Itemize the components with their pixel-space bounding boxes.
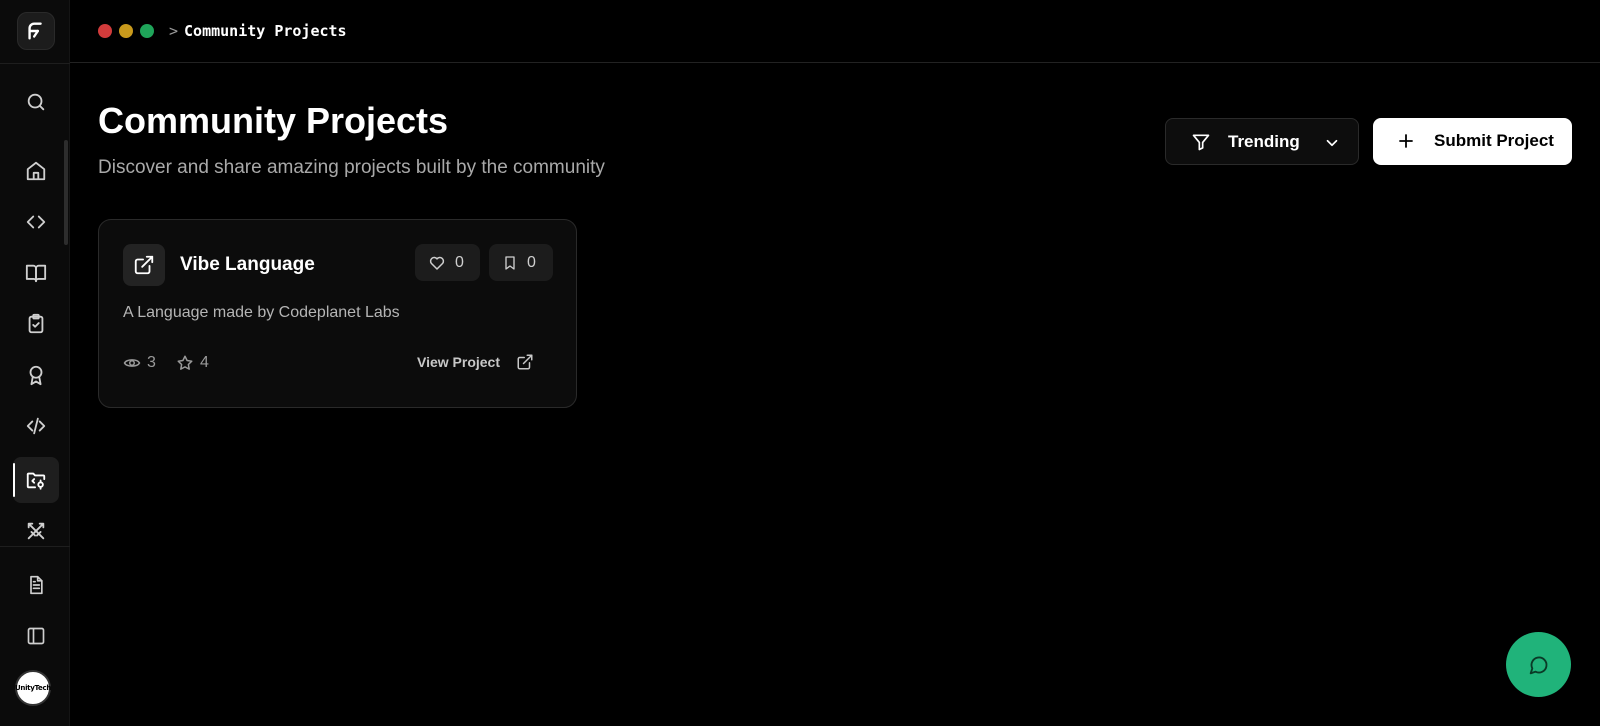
book-icon — [25, 264, 47, 283]
sidebar-item-community-projects[interactable] — [13, 457, 59, 503]
search-icon[interactable] — [13, 79, 59, 125]
sidebar-divider — [0, 63, 70, 64]
panel-left-icon — [27, 627, 45, 645]
sidebar-scrollbar[interactable] — [64, 140, 68, 245]
sidebar-toggle[interactable] — [13, 613, 59, 659]
bookmark-count: 0 — [527, 253, 536, 271]
sidebar-item-battles[interactable] — [13, 508, 59, 554]
page-subtitle: Discover and share amazing projects buil… — [98, 157, 605, 178]
plus-icon — [1399, 134, 1413, 148]
like-button[interactable]: 0 — [415, 244, 480, 281]
sidebar-item-achievements[interactable] — [13, 352, 59, 398]
avatar[interactable]: UnityTech — [15, 670, 51, 706]
sidebar: UnityTech — [0, 0, 70, 726]
swords-icon — [27, 522, 45, 540]
external-link-icon[interactable] — [123, 244, 165, 286]
view-project-label: View Project — [417, 354, 501, 370]
sidebar-item-home[interactable] — [13, 148, 59, 194]
view-count: 3 — [123, 354, 156, 372]
sort-dropdown[interactable]: Trending — [1165, 118, 1359, 165]
sidebar-item-tasks[interactable] — [13, 301, 59, 347]
breadcrumb-current: Community Projects — [184, 22, 347, 40]
star-count: 4 — [176, 354, 209, 372]
chat-button[interactable] — [1506, 632, 1571, 697]
message-circle-icon — [1529, 656, 1547, 674]
bookmark-icon — [505, 255, 515, 270]
logo-icon[interactable] — [17, 12, 55, 50]
sidebar-item-code[interactable] — [13, 199, 59, 245]
avatar-label: UnityTech — [15, 684, 52, 692]
folder-code-icon — [26, 472, 46, 490]
award-icon — [29, 365, 43, 386]
heart-icon — [429, 256, 445, 270]
like-count: 0 — [455, 253, 464, 271]
code-slash-icon — [26, 417, 46, 435]
window-dot-green — [140, 24, 154, 38]
filter-icon — [1192, 134, 1210, 151]
sidebar-divider — [0, 546, 70, 547]
clipboard-check-icon — [28, 313, 44, 334]
submit-project-label: Submit Project — [1434, 131, 1554, 150]
external-link-icon — [517, 354, 533, 370]
chevron-down-icon — [1326, 139, 1338, 147]
view-count-value: 3 — [147, 354, 156, 371]
sidebar-item-docs[interactable] — [13, 562, 59, 608]
star-icon — [177, 355, 193, 370]
breadcrumb: > Community Projects — [169, 22, 347, 40]
view-project-link[interactable]: View Project — [417, 353, 534, 371]
window-dot-red — [98, 24, 112, 38]
breadcrumb-separator: > — [169, 22, 179, 40]
submit-project-button[interactable]: Submit Project — [1373, 118, 1572, 165]
file-text-icon — [30, 575, 43, 595]
page-title: Community Projects — [98, 100, 449, 141]
eye-icon — [123, 359, 141, 367]
window-dot-yellow — [119, 24, 133, 38]
sort-label: Trending — [1228, 132, 1300, 151]
sidebar-item-snippets[interactable] — [13, 403, 59, 449]
sidebar-item-learn[interactable] — [13, 250, 59, 296]
code-icon — [26, 215, 46, 229]
project-title: Vibe Language — [180, 254, 315, 275]
project-card[interactable]: Vibe Language 0 0 A Language made by Cod… — [98, 219, 577, 408]
top-bar: > Community Projects — [70, 0, 1600, 63]
home-icon — [26, 161, 46, 181]
star-count-value: 4 — [200, 354, 209, 371]
project-description: A Language made by Codeplanet Labs — [123, 304, 400, 321]
bookmark-button[interactable]: 0 — [489, 244, 553, 281]
